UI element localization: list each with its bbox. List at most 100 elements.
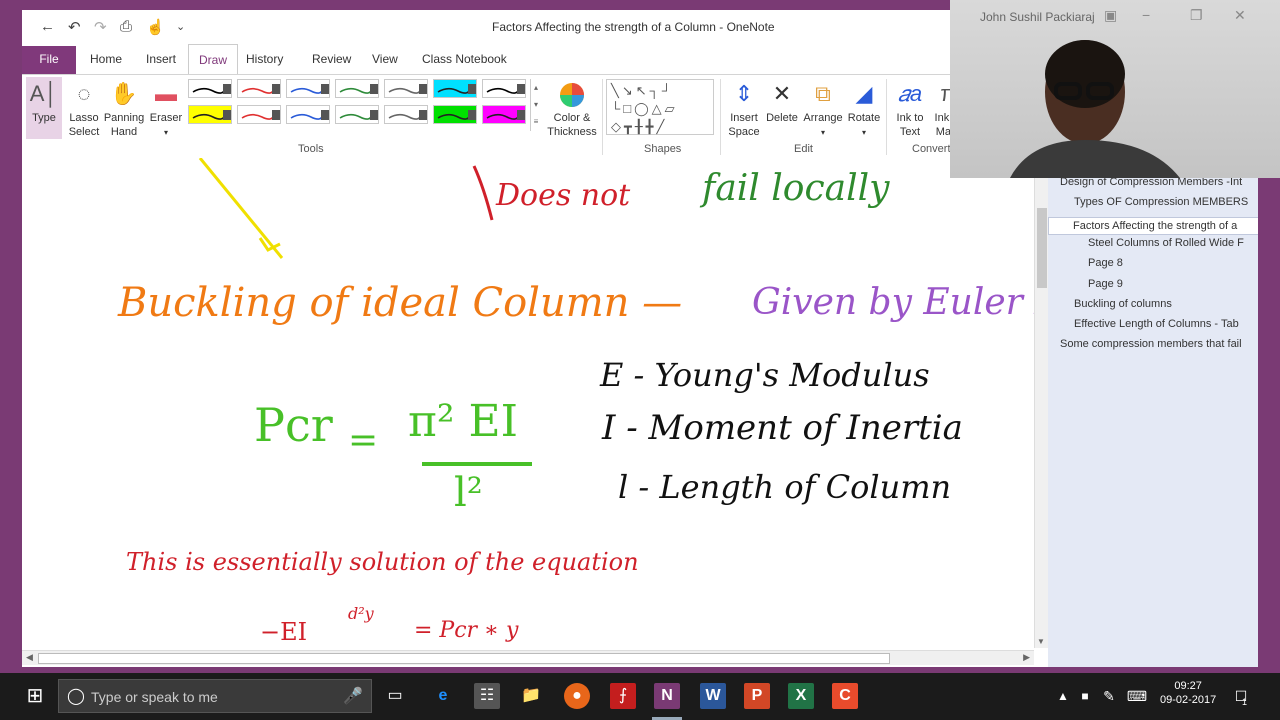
shapes-gallery[interactable]: ╲↘↖┐┘ └□◯△▱ ◇┳╂╋╱ xyxy=(606,79,714,135)
page-list-item[interactable]: Page 8 xyxy=(1088,257,1258,269)
pen-swatch[interactable] xyxy=(482,105,526,124)
tab-review[interactable]: Review xyxy=(312,52,351,66)
eraser-icon: ▬ xyxy=(155,81,177,106)
windows-start-icon[interactable]: ⊞ xyxy=(22,683,48,709)
firefox-icon[interactable]: ● xyxy=(564,683,590,709)
rotate-button[interactable]: ◢ Rotate ▾ xyxy=(846,77,882,140)
tab-view[interactable]: View xyxy=(372,52,398,66)
pen-swatch[interactable] xyxy=(433,105,477,124)
clock-date: 09-02-2017 xyxy=(1160,694,1217,706)
hand-icon: ✋ xyxy=(110,81,138,106)
touch-mode-icon[interactable]: ☝ xyxy=(146,18,165,36)
color-thickness-button[interactable]: Color & Thickness xyxy=(546,77,598,139)
ink-numerator: π² EI xyxy=(408,396,519,447)
ink-pcr: Pcr xyxy=(254,398,333,452)
back-icon[interactable]: ← xyxy=(40,18,55,35)
undo-icon[interactable]: ↶ xyxy=(68,18,81,36)
edge-browser-icon[interactable]: e xyxy=(430,683,456,709)
pen-swatch[interactable] xyxy=(188,79,232,98)
ink-heading-buckling: Buckling of ideal Column — xyxy=(118,280,683,326)
task-view-icon[interactable]: ▭ xyxy=(382,683,408,709)
note-canvas[interactable]: Does not fail locally Buckling of ideal … xyxy=(22,158,1034,648)
tab-insert[interactable]: Insert xyxy=(146,52,176,66)
cortana-search-box[interactable]: ◯ Type or speak to me 🎤 xyxy=(58,679,372,713)
network-app-icon[interactable]: ☷ xyxy=(474,683,500,709)
tab-draw[interactable]: Draw xyxy=(188,44,238,75)
pen-swatch[interactable] xyxy=(335,79,379,98)
tools-group-label: Tools xyxy=(298,143,324,155)
canvas-vertical-scrollbar[interactable]: ▼ xyxy=(1034,158,1049,648)
pen-swatch[interactable] xyxy=(237,105,281,124)
page-list-item[interactable]: Steel Columns of Rolled Wide F xyxy=(1088,237,1258,249)
pen-swatch[interactable] xyxy=(286,105,330,124)
pen-swatch[interactable] xyxy=(335,105,379,124)
word-icon[interactable]: W xyxy=(700,683,726,709)
delete-button[interactable]: ✕ Delete xyxy=(764,77,800,125)
presenter-video xyxy=(1010,40,1180,178)
pen-swatch[interactable] xyxy=(286,79,330,98)
type-button[interactable]: A│ Type xyxy=(26,77,62,139)
redo-icon[interactable]: ↷ xyxy=(94,18,107,36)
ink-equals: = xyxy=(348,420,379,461)
tab-history[interactable]: History xyxy=(246,52,283,66)
page-list-item[interactable]: Factors Affecting the strength of a xyxy=(1048,216,1258,235)
pen-gallery-scroll[interactable]: ▴ ▾ ≡ xyxy=(530,79,541,131)
page-list-item[interactable]: Page 9 xyxy=(1088,278,1258,290)
page-list-item[interactable]: Types OF Compression MEMBERS xyxy=(1074,196,1258,208)
tab-home[interactable]: Home xyxy=(90,52,122,66)
pen-swatch[interactable] xyxy=(384,105,428,124)
insert-space-button[interactable]: ⇕ Insert Space xyxy=(726,77,762,139)
excel-icon[interactable]: X xyxy=(788,683,814,709)
acrobat-icon[interactable]: ⨍ xyxy=(610,683,636,709)
customize-toolbar-icon[interactable]: ⌄ xyxy=(176,20,185,33)
ink-def-moment-of-inertia: I - Moment of Inertia xyxy=(602,408,963,448)
rotate-icon: ◢ xyxy=(855,81,873,106)
pen-swatch[interactable] xyxy=(237,79,281,98)
panning-hand-button[interactable]: ✋ Panning Hand xyxy=(102,77,146,139)
horizontal-scroll-thumb[interactable] xyxy=(38,653,890,664)
pen-swatch[interactable] xyxy=(384,79,428,98)
pen-swatch[interactable] xyxy=(482,79,526,98)
pen-swatch[interactable] xyxy=(433,79,477,98)
file-explorer-icon[interactable]: 📁 xyxy=(518,683,544,709)
ink-heading-euler: Given by Euler Eq xyxy=(752,282,1034,323)
camtasia-icon[interactable]: C xyxy=(832,683,858,709)
system-clock[interactable]: 09:27 09-02-2017 xyxy=(1160,679,1216,707)
canvas-horizontal-scrollbar[interactable]: ◀ ▶ xyxy=(22,650,1034,665)
eraser-dropdown-icon: ▾ xyxy=(163,128,168,137)
color-wheel-icon xyxy=(546,77,598,111)
page-list-item[interactable]: Some compression members that fail xyxy=(1060,338,1258,350)
keyboard-icon[interactable]: ⌨ xyxy=(1124,683,1150,709)
scroll-down-icon[interactable]: ▼ xyxy=(1037,637,1045,646)
tab-class-notebook[interactable]: Class Notebook xyxy=(422,52,507,66)
vertical-scroll-thumb[interactable] xyxy=(1037,208,1047,288)
lasso-icon: ◌ xyxy=(77,81,91,106)
ink-eq-derivative: d²y xyxy=(348,604,374,623)
tray-app-icon[interactable]: ■ xyxy=(1072,683,1098,709)
scroll-right-icon[interactable]: ▶ xyxy=(1023,652,1030,663)
insert-space-icon: ⇕ xyxy=(734,81,754,106)
ribbon-separator xyxy=(720,79,721,155)
clock-time: 09:27 xyxy=(1174,680,1202,692)
ink-note-equation: This is essentially solution of the equa… xyxy=(126,548,639,576)
microphone-icon[interactable]: 🎤 xyxy=(343,686,363,706)
webcam-overlay: John Sushil Packiaraj ▣ − ❐ ✕ xyxy=(950,0,1280,178)
windows-taskbar: ⊞ ◯ Type or speak to me 🎤 ▭ e ☷ 📁 ● ⨍ N … xyxy=(0,673,1280,720)
pen-tray-icon[interactable]: ✎ xyxy=(1096,683,1122,709)
ink-def-youngs-modulus: E - Young's Modulus xyxy=(600,356,930,394)
action-center-icon[interactable]: ☐ xyxy=(1228,683,1254,709)
arrange-button[interactable]: ⧉ Arrange ▾ xyxy=(802,77,844,140)
powerpoint-icon[interactable]: P xyxy=(744,683,770,709)
pen-swatch[interactable] xyxy=(188,105,232,124)
page-list-item[interactable]: Buckling of columns xyxy=(1074,298,1258,310)
print-icon[interactable]: ⎙ xyxy=(120,18,132,35)
ink-eq-minus-ei: −EI xyxy=(260,618,308,646)
lasso-select-button[interactable]: ◌ Lasso Select xyxy=(66,77,102,139)
scroll-left-icon[interactable]: ◀ xyxy=(26,652,33,663)
ribbon-separator xyxy=(886,79,887,155)
ink-to-text-button[interactable]: 𝑎a Ink to Text xyxy=(892,77,928,139)
onenote-icon[interactable]: N xyxy=(654,683,680,709)
type-cursor-icon: A│ xyxy=(29,81,59,106)
page-list-item[interactable]: Effective Length of Columns - Tab xyxy=(1074,318,1258,330)
eraser-button[interactable]: ▬ Eraser ▾ xyxy=(148,77,184,140)
